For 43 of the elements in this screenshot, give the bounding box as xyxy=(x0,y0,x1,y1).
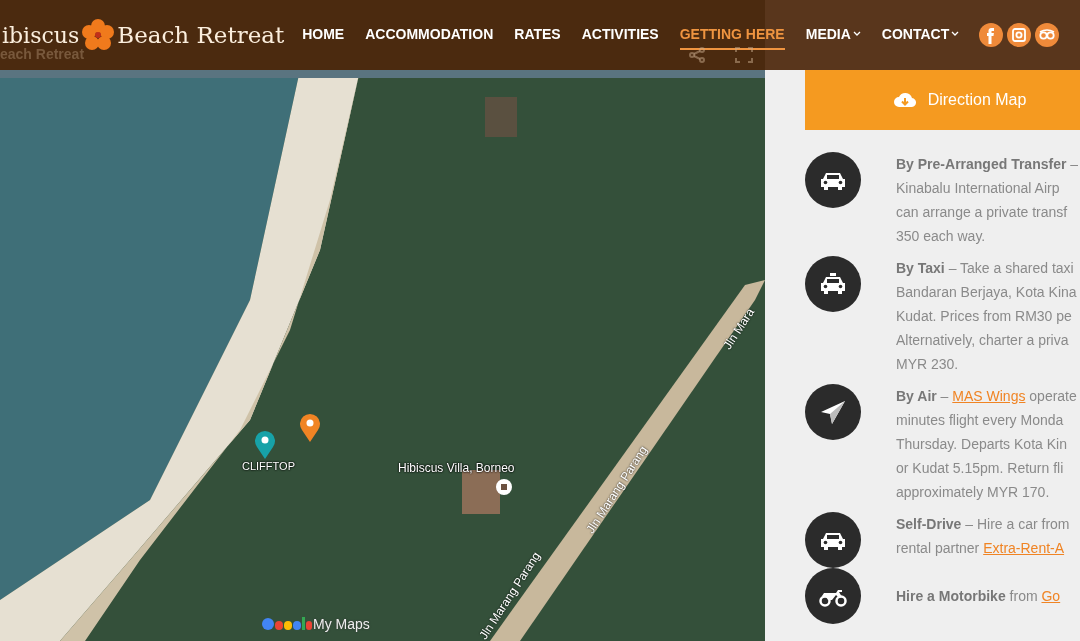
paragraph-line: MYR 230. xyxy=(896,355,960,374)
motorbike-icon xyxy=(805,568,861,624)
nav-link[interactable]: ACTIVITIES xyxy=(581,20,659,50)
paragraph-line: can arrange a private transf xyxy=(896,203,1069,222)
paragraph-line: By Air – MAS Wings operate xyxy=(896,387,1077,406)
car-icon xyxy=(805,152,861,208)
paragraph-line: or Kudat 5.15pm. Return fli xyxy=(896,459,1065,478)
paragraph-line: By Taxi – Take a shared taxi xyxy=(896,259,1075,278)
tripadvisor-icon[interactable] xyxy=(1035,23,1060,47)
nav-link[interactable]: GETTING HERE xyxy=(679,20,785,50)
logo-text[interactable]: ibiscus xyxy=(2,22,80,48)
paragraph-line: approximately MYR 170. xyxy=(896,483,1051,502)
car-icon xyxy=(805,512,861,568)
paragraph-line: 350 each way. xyxy=(896,227,987,246)
nav-link[interactable]: ACCOMMODATION xyxy=(365,20,494,50)
paragraph-line: Kudat. Prices from RM30 pe xyxy=(896,307,1073,326)
nav-link[interactable]: RATES xyxy=(514,20,561,50)
nav-link[interactable]: CONTACT xyxy=(881,20,960,50)
instagram-icon[interactable] xyxy=(1007,23,1032,47)
cloud-download-icon xyxy=(893,92,916,108)
logo-text[interactable]: Beach Retreat xyxy=(117,22,285,48)
pin-label: CLIFFTOP xyxy=(242,460,295,472)
paragraph-line: Alternatively, charter a priva xyxy=(896,331,1070,350)
paragraph-line: Kinabalu International Airp xyxy=(896,179,1061,198)
paragraph-line: Bandaran Berjaya, Kota Kina xyxy=(896,283,1077,302)
facebook-icon[interactable] xyxy=(979,23,1004,47)
paragraph-line: Thursday. Departs Kota Kin xyxy=(896,435,1068,454)
paragraph-line: By Pre-Arranged Transfer – xyxy=(896,155,1079,174)
taxi-icon xyxy=(805,256,861,312)
nav-link[interactable]: MEDIA xyxy=(805,20,861,50)
place-marker-icon[interactable] xyxy=(495,478,513,496)
place-label: Hibiscus Villa, Borneo xyxy=(398,461,515,475)
paragraph-line: Self-Drive – Hire a car from xyxy=(896,515,1070,534)
map-attribution: My Maps xyxy=(313,616,370,632)
paragraph-line: minutes flight every Monda xyxy=(896,411,1065,430)
nav-link[interactable]: HOME xyxy=(302,20,345,50)
share-icon[interactable] xyxy=(688,47,706,63)
building-roof xyxy=(485,97,517,137)
plane-icon xyxy=(805,384,861,440)
paragraph-line: Hire a Motorbike from Go xyxy=(896,587,1061,606)
fullscreen-icon[interactable] xyxy=(735,47,753,63)
google-logo-icon xyxy=(262,616,312,632)
paragraph-line: rental partner Extra-Rent-A xyxy=(896,539,1066,558)
